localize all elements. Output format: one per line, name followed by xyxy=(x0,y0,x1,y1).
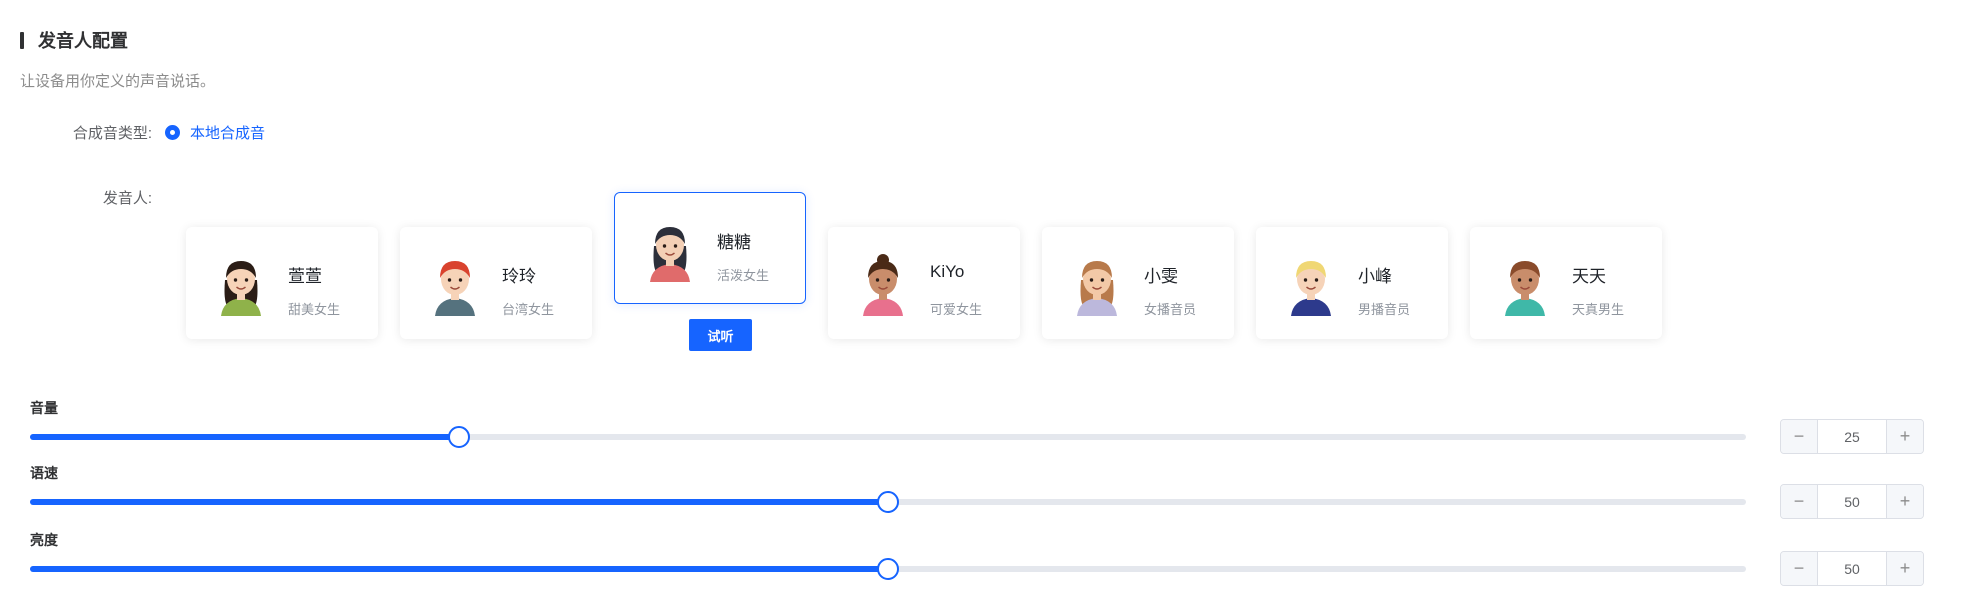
plus-icon[interactable]: + xyxy=(1886,552,1923,585)
slider-track[interactable] xyxy=(30,491,1746,513)
slider-handle[interactable] xyxy=(877,491,899,513)
speaker-name: 天天 xyxy=(1572,267,1606,286)
speaker-card[interactable]: 小雯 女播音员 xyxy=(1042,227,1234,339)
slider-fill xyxy=(30,434,459,440)
speaker-description: 女播音员 xyxy=(1144,302,1197,317)
speaker-description: 甜美女生 xyxy=(288,302,341,317)
speaker-name: 糖糖 xyxy=(717,233,751,252)
avatar-girl-headband xyxy=(1067,252,1127,316)
avatar-girl-long-hair xyxy=(640,218,700,282)
speaker-description: 活泼女生 xyxy=(717,268,770,283)
number-stepper: −+ xyxy=(1780,484,1924,519)
speaker-name: 小雯 xyxy=(1144,267,1178,286)
speaker-card[interactable]: 糖糖 活泼女生 xyxy=(614,192,806,304)
number-stepper: −+ xyxy=(1780,419,1924,454)
speaker-name: 小峰 xyxy=(1358,267,1392,286)
speaker-label: 发音人: xyxy=(102,190,152,207)
page-title: 发音人配置 xyxy=(38,31,128,51)
stepper-value-input[interactable] xyxy=(1818,552,1886,585)
speaker-description: 台湾女生 xyxy=(502,302,555,317)
slider-track[interactable] xyxy=(30,426,1746,448)
minus-icon[interactable]: − xyxy=(1781,485,1818,518)
slider-label: 亮度 xyxy=(30,532,58,548)
radio-checked-icon[interactable] xyxy=(165,125,180,140)
speaker-description: 可爱女生 xyxy=(930,302,983,317)
plus-icon[interactable]: + xyxy=(1886,485,1923,518)
slider-fill xyxy=(30,566,888,572)
speaker-card[interactable]: 萱萱 甜美女生 xyxy=(186,227,378,339)
title-accent-bar xyxy=(20,31,24,49)
speaker-card[interactable]: 玲玲 台湾女生 xyxy=(400,227,592,339)
speaker-card[interactable]: 小峰 男播音员 xyxy=(1256,227,1448,339)
speaker-card[interactable]: 天天 天真男生 xyxy=(1470,227,1662,339)
avatar-girl-bun xyxy=(853,252,913,316)
plus-icon[interactable]: + xyxy=(1886,420,1923,453)
radio-local-synthesis[interactable]: 本地合成音 xyxy=(165,122,265,143)
speaker-description: 天真男生 xyxy=(1572,302,1625,317)
avatar-girl-red-hair xyxy=(425,252,485,316)
slider-label: 语速 xyxy=(30,465,58,481)
speaker-name: KiYo xyxy=(930,262,965,281)
section-description: 让设备用你定义的声音说话。 xyxy=(20,73,216,90)
minus-icon[interactable]: − xyxy=(1781,552,1818,585)
section-header: 发音人配置 xyxy=(20,27,128,53)
stepper-value-input[interactable] xyxy=(1818,485,1886,518)
slider-track[interactable] xyxy=(30,558,1746,580)
speaker-name: 玲玲 xyxy=(502,267,536,286)
slider-handle[interactable] xyxy=(877,558,899,580)
radio-label: 本地合成音 xyxy=(190,125,266,142)
minus-icon[interactable]: − xyxy=(1781,420,1818,453)
stepper-value-input[interactable] xyxy=(1818,420,1886,453)
speaker-name: 萱萱 xyxy=(288,267,322,286)
slider-fill xyxy=(30,499,888,505)
synthesis-type-label: 合成音类型: xyxy=(72,125,152,142)
speaker-card[interactable]: KiYo 可爱女生 xyxy=(828,227,1020,339)
speaker-description: 男播音员 xyxy=(1358,302,1411,317)
avatar-boy-brown xyxy=(1495,252,1555,316)
avatar-girl-braid xyxy=(211,252,271,316)
avatar-boy-blond xyxy=(1281,252,1341,316)
slider-handle[interactable] xyxy=(448,426,470,448)
number-stepper: −+ xyxy=(1780,551,1924,586)
try-listen-button[interactable]: 试听 xyxy=(689,319,752,351)
slider-label: 音量 xyxy=(30,400,58,416)
